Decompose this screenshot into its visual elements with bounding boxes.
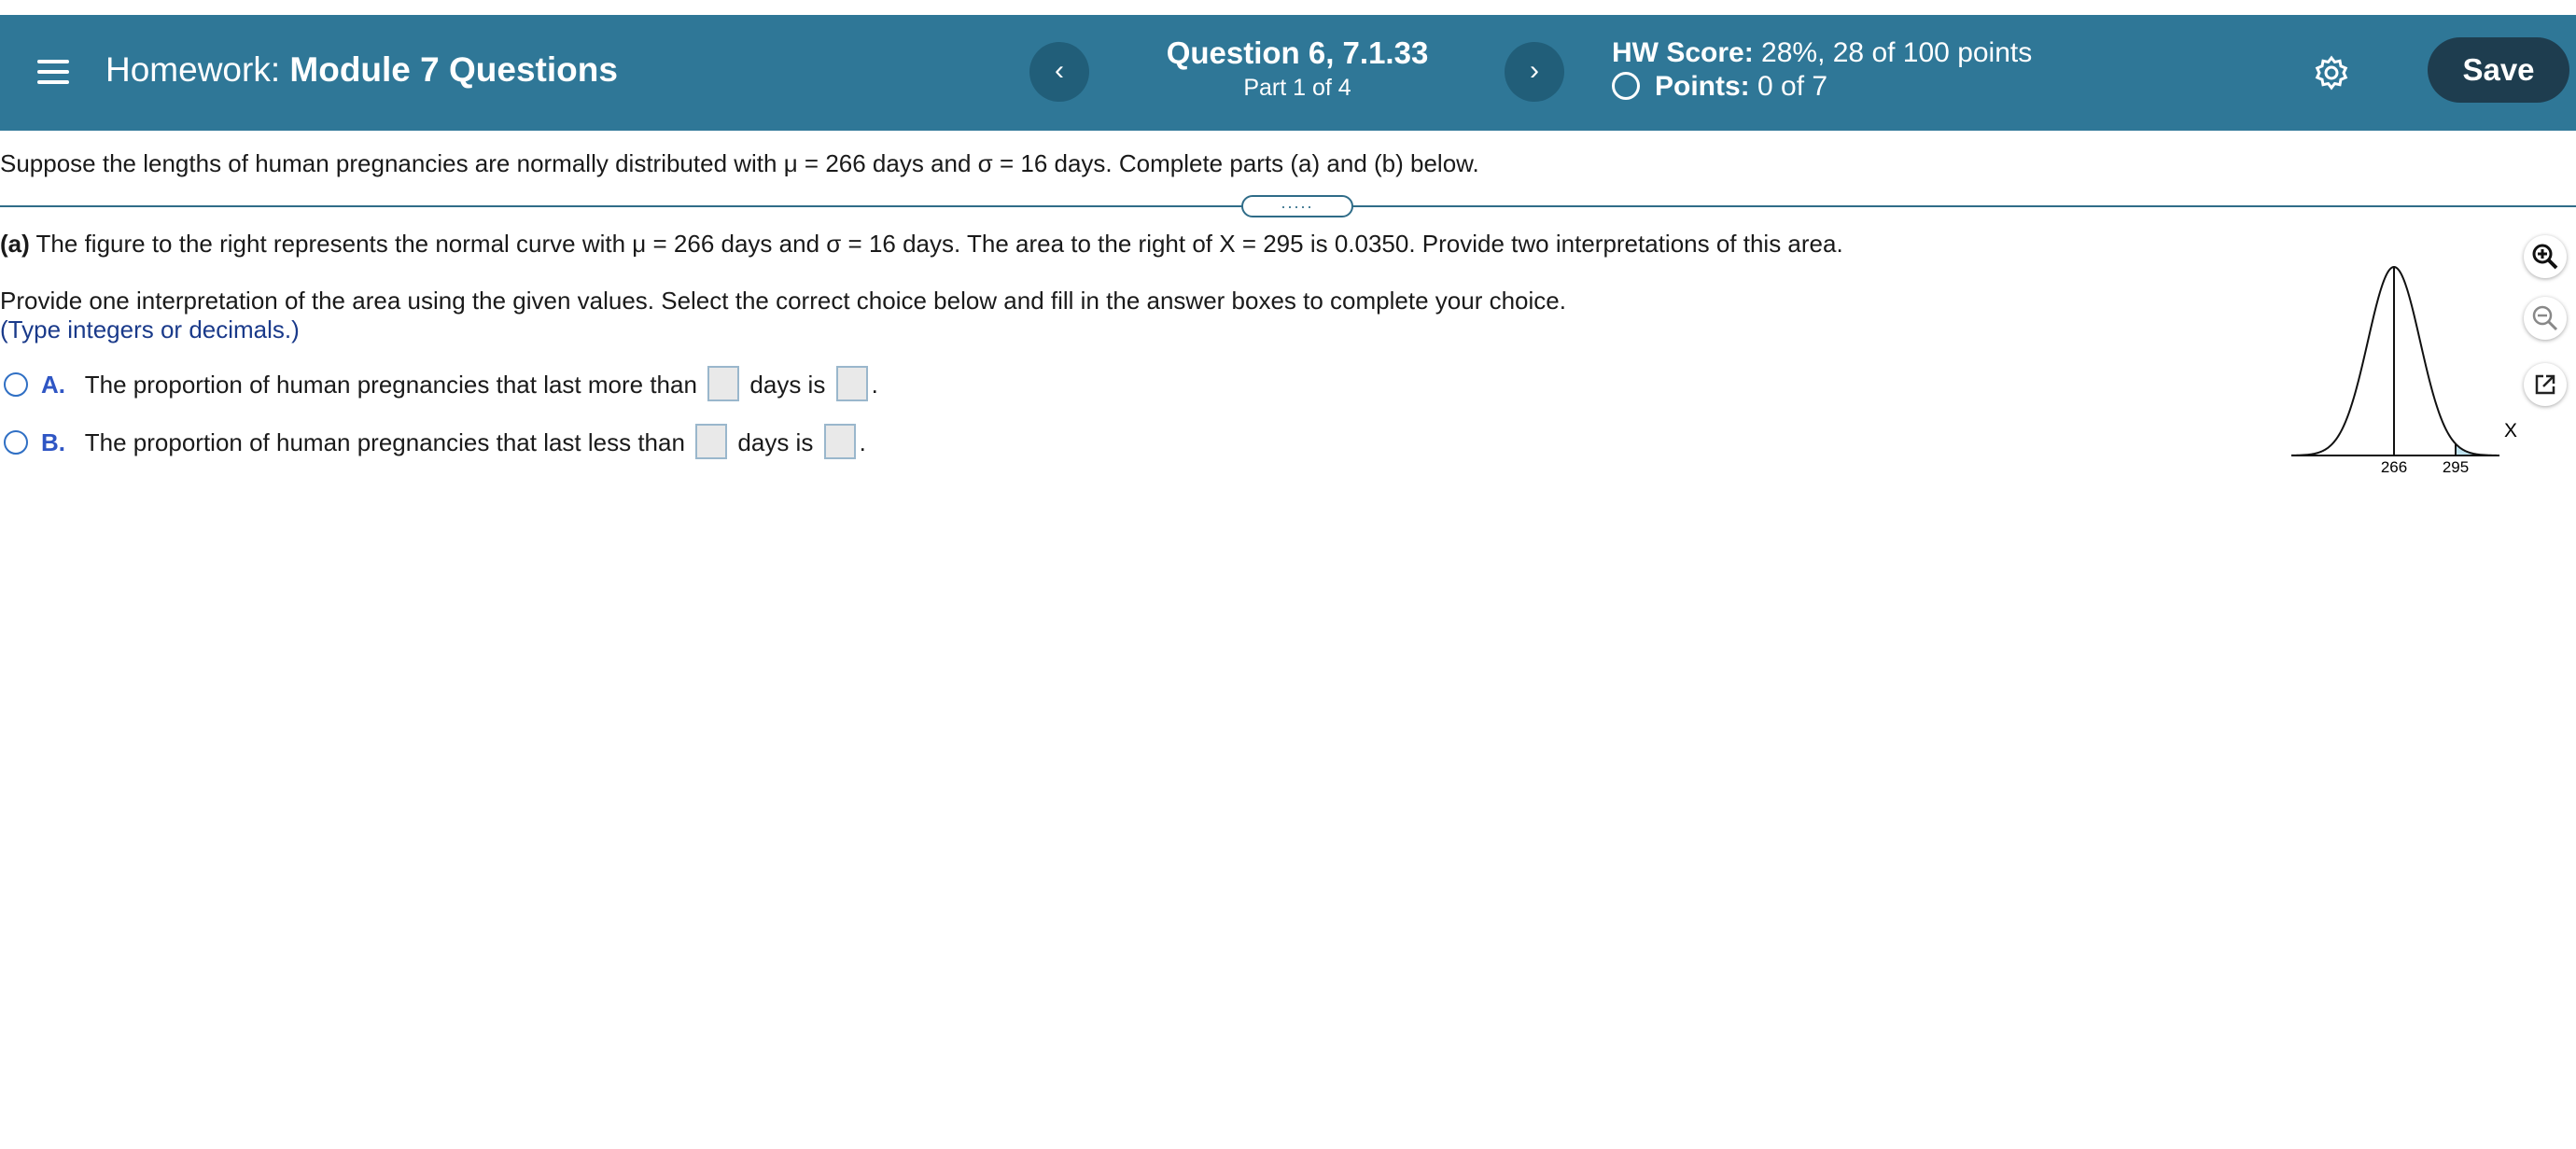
zoom-out-button[interactable] — [2524, 297, 2567, 340]
zoom-out-icon — [2532, 305, 2558, 331]
choice-a-text-before: The proportion of human pregnancies that… — [84, 371, 697, 399]
instruction-text: Provide one interpretation of the area u… — [0, 287, 1566, 315]
choice-b-text-after: . — [859, 428, 866, 456]
x-tick-label: 295 — [2443, 458, 2469, 476]
axis-label: X — [2504, 420, 2517, 441]
part-a-text: (a) The figure to the right represents t… — [0, 230, 1843, 259]
splitter-handle[interactable]: ..... — [1241, 194, 1353, 217]
choice-a-text-middle: days is — [749, 371, 826, 399]
choice-b-radio[interactable] — [4, 430, 28, 455]
question-part: Part 1 of 4 — [1243, 75, 1351, 101]
question-intro: Suppose the lengths of human pregnancies… — [0, 149, 1479, 177]
choice-b-proportion-input[interactable] — [823, 424, 856, 459]
popout-button[interactable] — [2524, 363, 2567, 406]
part-a-body: The figure to the right represents the n… — [35, 230, 1843, 258]
answer-hint: (Type integers or decimals.) — [0, 315, 300, 343]
points-value: 0 of 7 — [1757, 71, 1828, 102]
hw-score: HW Score: 28%, 28 of 100 points — [1612, 37, 2032, 69]
choice-b-text-before: The proportion of human pregnancies that… — [84, 428, 685, 456]
homework-title: Homework: Module 7 Questions — [105, 50, 618, 90]
normal-curve-figure: 266 295 X — [2290, 265, 2517, 476]
choice-a-radio[interactable] — [4, 372, 28, 397]
top-strip — [0, 0, 2576, 15]
homework-name: Module 7 Questions — [289, 50, 618, 89]
next-question-button[interactable]: › — [1505, 42, 1564, 102]
homework-label: Homework: — [105, 50, 281, 89]
points-circle-icon — [1612, 72, 1640, 100]
choice-a-proportion-input[interactable] — [835, 366, 868, 401]
choice-a-letter: A. — [41, 371, 65, 399]
choice-a[interactable]: A. The proportion of human pregnancies t… — [4, 366, 878, 403]
gear-icon[interactable] — [2313, 54, 2350, 91]
zoom-in-icon — [2532, 244, 2558, 270]
choice-b-days-input[interactable] — [695, 424, 728, 459]
points-label: Points: — [1655, 71, 1750, 102]
part-a-label: (a) — [0, 230, 30, 258]
choice-a-text-after: . — [871, 371, 878, 399]
choice-b-text-middle: days is — [737, 428, 814, 456]
choice-b-letter: B. — [41, 428, 65, 456]
points-status: Points: 0 of 7 — [1612, 71, 1827, 103]
mean-tick-label: 266 — [2381, 458, 2407, 476]
save-button[interactable]: Save — [2428, 37, 2569, 103]
choice-b[interactable]: B. The proportion of human pregnancies t… — [4, 424, 866, 461]
header-bar: Homework: Module 7 Questions ‹ Question … — [0, 15, 2576, 131]
popout-icon — [2535, 374, 2555, 395]
menu-icon[interactable] — [37, 56, 69, 88]
zoom-in-button[interactable] — [2524, 235, 2567, 278]
question-title: Question 6, 7.1.33 — [1166, 35, 1429, 70]
choice-a-days-input[interactable] — [707, 366, 740, 401]
score-value: 28%, 28 of 100 points — [1761, 37, 2033, 68]
score-label: HW Score: — [1612, 37, 1754, 68]
